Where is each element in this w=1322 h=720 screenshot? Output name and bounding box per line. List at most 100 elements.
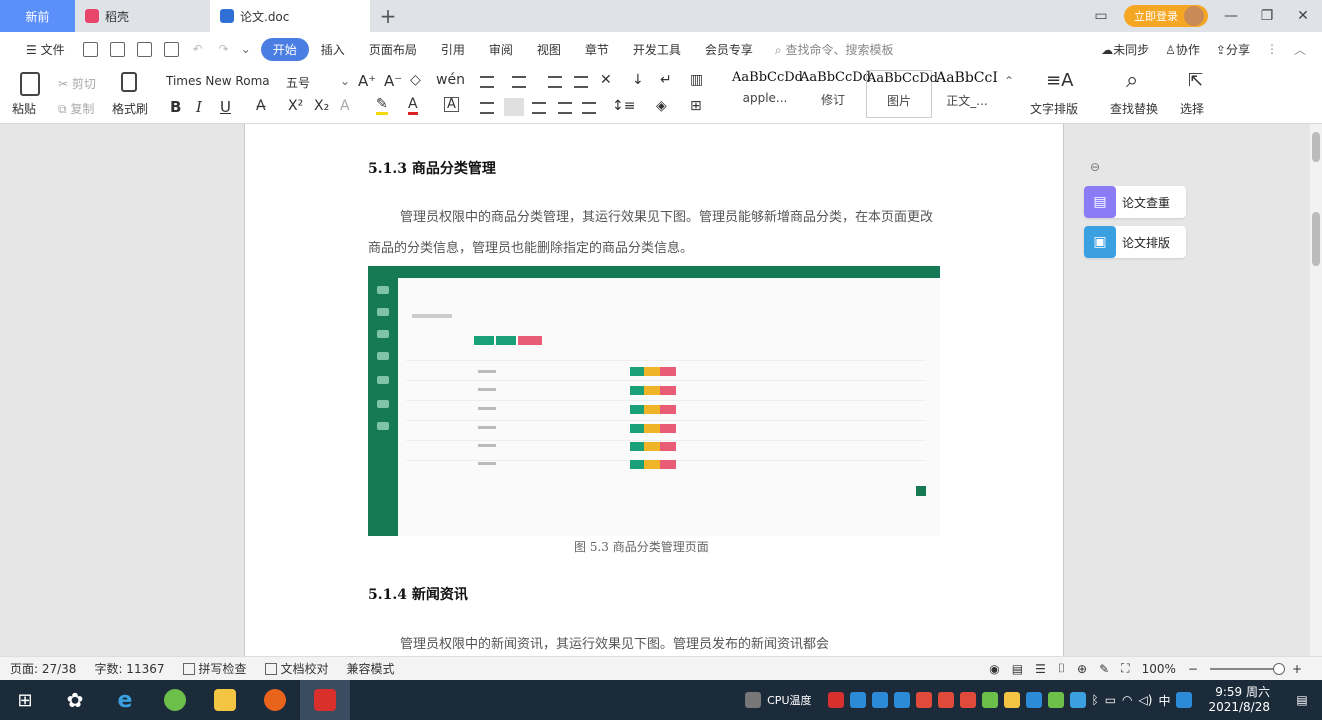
phonetic-icon[interactable]: wén — [436, 72, 465, 88]
char-border-icon[interactable]: A — [444, 97, 459, 112]
superscript-icon[interactable]: X² — [288, 98, 303, 114]
page-view-icon[interactable]: ▤ — [1012, 662, 1023, 676]
justify-icon[interactable] — [558, 102, 572, 114]
find-replace-icon[interactable]: ⌕ — [1126, 68, 1138, 93]
restore-icon[interactable]: ❐ — [1254, 8, 1280, 24]
tab-daoke[interactable]: 稻壳 — [75, 0, 210, 32]
style-apple[interactable]: AaBbCcDd apple... — [732, 70, 803, 118]
bold-button[interactable]: B — [170, 98, 181, 116]
tray-wps-icon[interactable] — [827, 692, 844, 708]
numbered-list-icon[interactable] — [512, 76, 526, 88]
figure-category-screenshot[interactable] — [368, 266, 940, 536]
table-grid-icon[interactable]: ▥ — [690, 72, 703, 88]
clear-format-icon[interactable]: ◇ — [410, 72, 421, 88]
scroll-thumb[interactable] — [1312, 212, 1320, 266]
tray-app-icon[interactable] — [981, 692, 998, 708]
italic-button[interactable]: I — [196, 98, 202, 116]
taskbar-browser[interactable] — [150, 680, 200, 720]
collab-button[interactable]: ♙协作 — [1165, 41, 1200, 58]
print-preview-icon[interactable] — [109, 41, 125, 57]
page-count[interactable]: 页面: 27/38 — [10, 660, 76, 677]
quick-access-chevron-icon[interactable]: ⌄ — [241, 42, 251, 56]
bluetooth-icon[interactable]: ᛒ — [1092, 693, 1099, 707]
grow-font-icon[interactable]: A⁺ — [358, 72, 376, 90]
strikethrough-icon[interactable]: A̶ — [256, 98, 266, 114]
find-icon[interactable] — [163, 41, 179, 57]
highlight-icon[interactable]: ✎ — [376, 96, 388, 115]
zoom-slider-knob[interactable] — [1272, 662, 1285, 675]
menu-page-layout[interactable]: 页面布局 — [357, 41, 429, 58]
fit-page-icon[interactable]: ⛶ — [1121, 661, 1129, 676]
taskbar-wps[interactable] — [300, 680, 350, 720]
cut-button[interactable]: ✂ 剪切 — [58, 75, 96, 92]
chinese-layout-icon[interactable]: ✕ — [600, 72, 612, 88]
paste-icon[interactable] — [20, 72, 40, 96]
start-button[interactable]: ⊞ — [0, 680, 50, 720]
eye-icon[interactable]: ◉ — [989, 662, 999, 676]
spell-check-toggle[interactable]: 拼写检查 — [182, 660, 247, 677]
menu-view[interactable]: 视图 — [525, 41, 573, 58]
menu-member[interactable]: 会员专享 — [693, 41, 765, 58]
undo-icon[interactable]: ↶ — [193, 42, 203, 56]
tab-document[interactable]: 论文.doc — [210, 0, 370, 32]
minimize-icon[interactable]: — — [1218, 8, 1244, 24]
decrease-indent-icon[interactable] — [548, 76, 562, 88]
style-picture[interactable]: AaBbCcDd 图片 — [866, 70, 938, 118]
underline-button[interactable]: U — [220, 98, 231, 116]
tray-app-icon[interactable] — [1025, 692, 1042, 708]
document-page[interactable]: 5.1.3 商品分类管理 管理员权限中的商品分类管理，其运行效果见下图。管理员能… — [244, 124, 1064, 656]
tray-app-icon[interactable] — [849, 692, 866, 708]
command-search[interactable]: ⌕ 查找命令、搜索模板 — [765, 41, 894, 58]
window-layout-icon[interactable]: ▭ — [1088, 8, 1114, 24]
tray-app-icon[interactable] — [1003, 692, 1020, 708]
text-effect-icon[interactable]: A — [340, 98, 350, 114]
show-marks-icon[interactable]: ↵ — [660, 72, 672, 88]
print-icon[interactable] — [136, 41, 152, 57]
new-tab-button[interactable]: + — [370, 0, 406, 32]
font-name-select[interactable]: Times New Roma — [166, 74, 274, 88]
proofread-toggle[interactable]: 文档校对 — [264, 660, 329, 677]
more-icon[interactable]: ⋮ — [1266, 42, 1278, 56]
wifi-icon[interactable]: ◠ — [1122, 693, 1132, 707]
distributed-icon[interactable] — [582, 102, 596, 114]
thesis-check-button[interactable]: ▤ 论文查重 — [1084, 186, 1186, 218]
redo-icon[interactable]: ↷ — [219, 42, 229, 56]
scroll-thumb-upper[interactable] — [1312, 132, 1320, 162]
text-layout-icon[interactable]: ≡A — [1046, 70, 1073, 91]
tray-app-icon[interactable] — [915, 692, 932, 708]
menu-chapter[interactable]: 章节 — [573, 41, 621, 58]
tray-app-icon[interactable] — [745, 692, 762, 708]
zoom-slider[interactable] — [1209, 662, 1285, 675]
tray-app-icon[interactable] — [1069, 692, 1086, 708]
collapse-ribbon-icon[interactable]: ︿ — [1294, 41, 1306, 58]
battery-icon[interactable]: ▭ — [1105, 693, 1116, 707]
notification-center-icon[interactable]: ▤ — [1286, 680, 1318, 720]
annotate-icon[interactable]: ✎ — [1099, 662, 1109, 676]
read-view-icon[interactable]: ⌷ — [1058, 661, 1065, 676]
tab-home[interactable]: 新前 — [0, 0, 75, 32]
paste-button[interactable]: 粘贴 — [12, 100, 36, 117]
close-icon[interactable]: ✕ — [1290, 8, 1316, 24]
sort-icon[interactable]: ↓ — [632, 72, 644, 88]
menu-home[interactable]: 开始 — [260, 37, 309, 61]
vertical-scrollbar[interactable] — [1310, 124, 1322, 656]
word-count[interactable]: 字数: 11367 — [94, 660, 164, 677]
select-button[interactable]: 选择 — [1180, 100, 1204, 117]
tray-shield-icon[interactable] — [893, 692, 910, 708]
taskbar-app-orange[interactable] — [250, 680, 300, 720]
border-icon[interactable]: ⊞ — [690, 98, 702, 114]
sync-button[interactable]: ☁未同步 — [1101, 41, 1149, 58]
taskbar-ie[interactable]: e — [100, 680, 150, 720]
align-center-icon[interactable] — [504, 98, 524, 116]
taskbar-explorer[interactable] — [200, 680, 250, 720]
ime-icon[interactable]: 中 — [1158, 692, 1170, 709]
outline-view-icon[interactable]: ☰ — [1035, 662, 1046, 676]
menu-references[interactable]: 引用 — [429, 41, 477, 58]
bullet-list-icon[interactable] — [480, 76, 494, 88]
subscript-icon[interactable]: X₂ — [314, 98, 329, 114]
select-cursor-icon[interactable]: ⇱ — [1188, 70, 1203, 91]
tray-app-icon[interactable] — [1176, 692, 1193, 708]
zoom-out-icon[interactable]: − — [1188, 662, 1198, 676]
copy-button[interactable]: ⧉ 复制 — [58, 100, 94, 117]
increase-indent-icon[interactable] — [574, 76, 588, 88]
